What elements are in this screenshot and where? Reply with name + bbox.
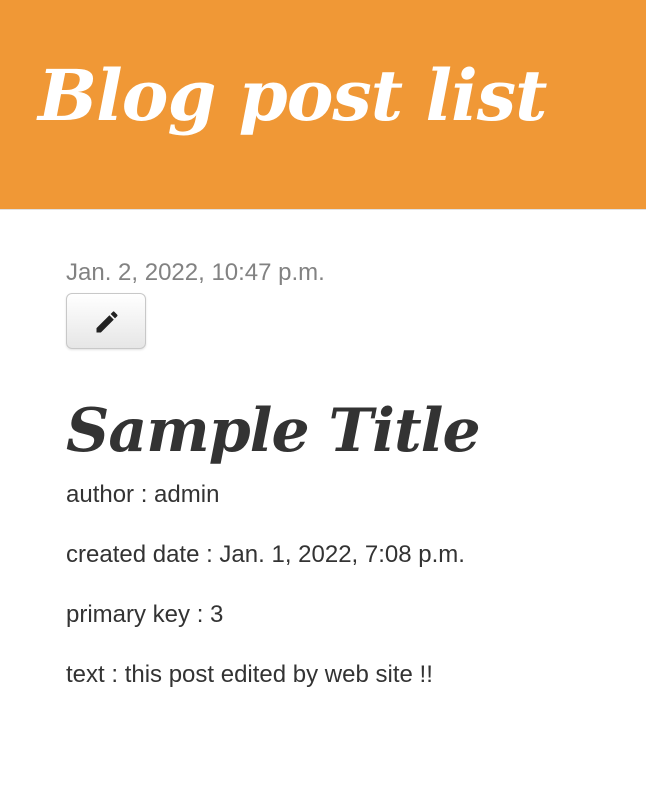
- post-text: text : this post edited by web site !!: [66, 661, 433, 688]
- post-primary-key: primary key : 3: [66, 601, 224, 628]
- post-date: Jan. 2, 2022, 10:47 p.m.: [66, 259, 325, 286]
- post-detail: Jan. 2, 2022, 10:47 p.m. Sample Title au…: [66, 254, 626, 689]
- page-header: Blog post list: [0, 0, 646, 210]
- edit-post-button[interactable]: [66, 293, 146, 349]
- post-author: author : admin: [66, 481, 220, 508]
- post-created-date: created date : Jan. 1, 2022, 7:08 p.m.: [66, 541, 465, 568]
- site-title-link[interactable]: Blog post list: [38, 54, 547, 138]
- pencil-icon: [96, 311, 118, 333]
- post-title: Sample Title: [66, 396, 481, 466]
